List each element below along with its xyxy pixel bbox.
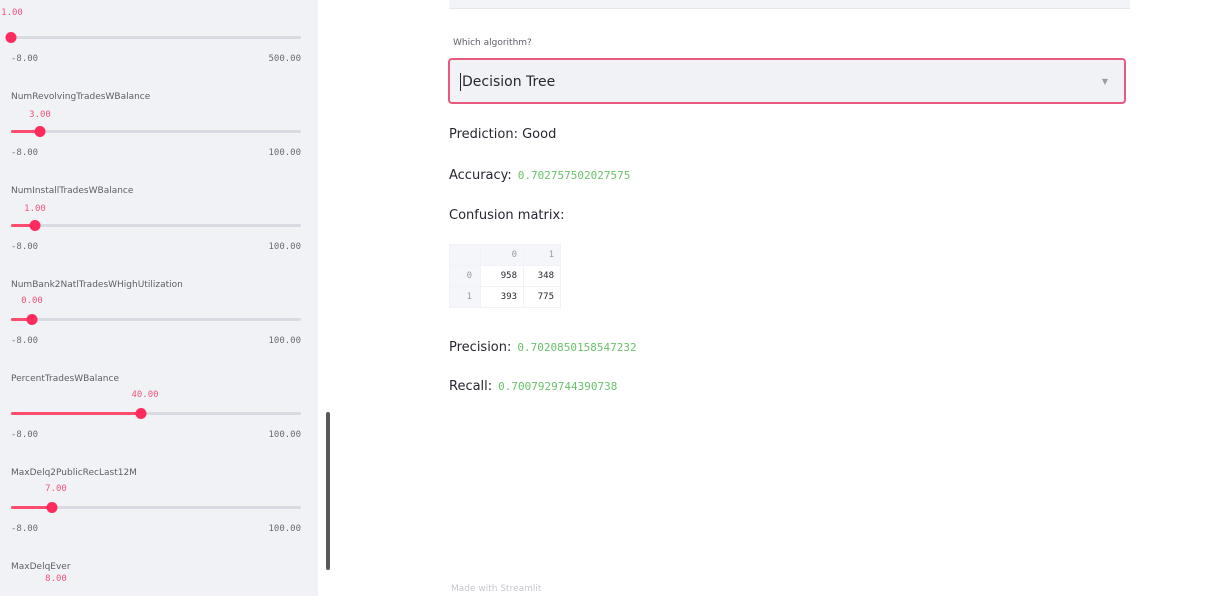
accuracy-row: Accuracy: 0.702757502027575 bbox=[449, 168, 630, 183]
slider-thumb[interactable] bbox=[135, 408, 147, 419]
slider-num-bank2natl-trades: NumBank2NatlTradesWHighUtilization 0.00 … bbox=[0, 280, 318, 360]
slider-num-install-trades: NumInstallTradesWBalance 1.00 -8.00 100.… bbox=[0, 186, 318, 266]
recall-label: Recall: bbox=[449, 379, 493, 394]
sidebar: 1.00 -8.00 500.00 NumRevolvingTradesWBal… bbox=[0, 0, 318, 596]
algorithm-select-value: Decision Tree bbox=[462, 74, 556, 90]
slider-track[interactable] bbox=[11, 220, 301, 231]
accuracy-value: 0.702757502027575 bbox=[517, 169, 631, 182]
slider-track[interactable] bbox=[11, 502, 301, 513]
table-row: 0 958 348 bbox=[449, 265, 561, 287]
slider-min: -8.00 bbox=[11, 430, 39, 440]
slider-thumb[interactable] bbox=[46, 502, 58, 513]
slider-label: MaxDelq2PublicRecLast12M bbox=[11, 468, 137, 478]
slider-label: NumRevolvingTradesWBalance bbox=[11, 92, 151, 102]
table-cell: 393 bbox=[480, 286, 524, 308]
slider-min: -8.00 bbox=[11, 336, 39, 346]
slider-max: 100.00 bbox=[268, 430, 301, 440]
row-index: 1 bbox=[449, 286, 481, 308]
recall-row: Recall: 0.7007929744390738 bbox=[449, 379, 617, 394]
slider-value: 40.00 bbox=[131, 390, 159, 400]
slider-min: -8.00 bbox=[11, 524, 39, 534]
slider-track[interactable] bbox=[11, 314, 301, 325]
confusion-matrix-label: Confusion matrix: bbox=[449, 208, 565, 223]
confusion-matrix-table: 0 1 0 958 348 1 393 775 bbox=[449, 244, 561, 308]
algorithm-select[interactable]: Decision Tree ▼ bbox=[448, 58, 1126, 104]
table-cell: 958 bbox=[480, 265, 524, 287]
slider-thumb[interactable] bbox=[29, 220, 41, 231]
table-cell: 348 bbox=[523, 265, 561, 287]
column-header: 1 bbox=[523, 244, 561, 266]
slider-thumb[interactable] bbox=[26, 314, 38, 325]
row-index: 0 bbox=[449, 265, 481, 287]
slider-value: 1.00 bbox=[1, 8, 23, 18]
slider-num-revolving-trades: NumRevolvingTradesWBalance 3.00 -8.00 10… bbox=[0, 92, 318, 172]
slider-track[interactable] bbox=[11, 408, 301, 419]
sidebar-scrollbar[interactable] bbox=[326, 412, 330, 570]
prediction-text: Prediction: Good bbox=[449, 127, 557, 142]
slider-max-delq-ever: MaxDelqEver 8.00 bbox=[0, 562, 318, 596]
table-corner bbox=[449, 244, 481, 266]
slider-track[interactable] bbox=[11, 126, 301, 137]
slider-track[interactable] bbox=[5, 32, 301, 43]
slider-value: 7.00 bbox=[45, 484, 67, 494]
table-cell: 775 bbox=[523, 286, 561, 308]
slider-max: 100.00 bbox=[268, 336, 301, 346]
slider-max: 100.00 bbox=[268, 148, 301, 158]
table-header-row: 0 1 bbox=[449, 244, 561, 266]
slider-label: MaxDelqEver bbox=[11, 562, 71, 572]
chevron-down-icon[interactable]: ▼ bbox=[1102, 77, 1108, 86]
slider-value: 1.00 bbox=[24, 204, 46, 214]
precision-row: Precision: 0.7020850158547232 bbox=[449, 340, 637, 355]
column-header: 0 bbox=[480, 244, 524, 266]
text-cursor bbox=[460, 73, 461, 91]
slider-label: NumBank2NatlTradesWHighUtilization bbox=[11, 280, 183, 290]
slider-max-delq2-public-rec: MaxDelq2PublicRecLast12M 7.00 -8.00 100.… bbox=[0, 468, 318, 548]
table-row: 1 393 775 bbox=[449, 286, 561, 308]
slider-value: 0.00 bbox=[21, 296, 43, 306]
slider-min: -8.00 bbox=[11, 242, 39, 252]
slider-thumb[interactable] bbox=[5, 32, 17, 43]
slider-max: 100.00 bbox=[268, 524, 301, 534]
accuracy-label: Accuracy: bbox=[449, 168, 512, 183]
footer-made-with-streamlit[interactable]: Made with Streamlit bbox=[451, 584, 541, 594]
top-card-edge bbox=[449, 0, 1130, 9]
slider-value: 3.00 bbox=[29, 110, 51, 120]
precision-label: Precision: bbox=[449, 340, 512, 355]
recall-value: 0.7007929744390738 bbox=[498, 380, 618, 393]
slider-top: 1.00 -8.00 500.00 bbox=[0, 0, 318, 72]
slider-value: 8.00 bbox=[45, 574, 67, 584]
slider-min: -8.00 bbox=[11, 54, 39, 64]
slider-label: PercentTradesWBalance bbox=[11, 374, 119, 384]
slider-min: -8.00 bbox=[11, 148, 39, 158]
algorithm-label: Which algorithm? bbox=[453, 38, 532, 48]
slider-max: 500.00 bbox=[268, 54, 301, 64]
slider-max: 100.00 bbox=[268, 242, 301, 252]
slider-fill bbox=[11, 412, 141, 415]
precision-value: 0.7020850158547232 bbox=[517, 341, 637, 354]
slider-percent-trades-w-balance: PercentTradesWBalance 40.00 -8.00 100.00 bbox=[0, 374, 318, 454]
slider-label: NumInstallTradesWBalance bbox=[11, 186, 134, 196]
slider-thumb[interactable] bbox=[34, 126, 46, 137]
